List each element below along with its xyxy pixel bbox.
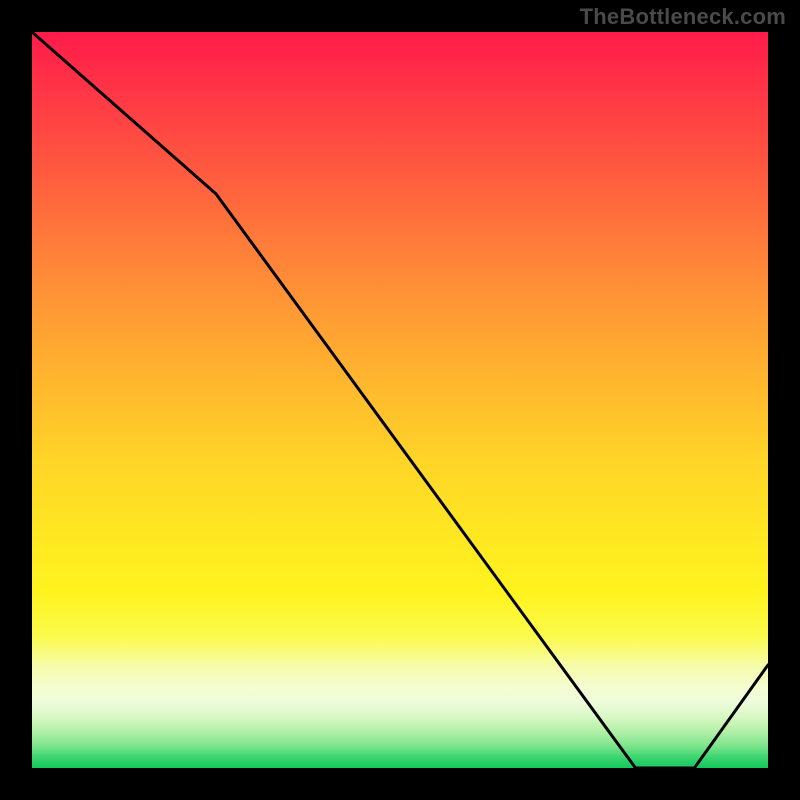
plot-area — [32, 32, 768, 768]
bottleneck-line — [32, 32, 768, 768]
watermark-text: TheBottleneck.com — [580, 4, 786, 30]
chart-frame: TheBottleneck.com — [0, 0, 800, 800]
